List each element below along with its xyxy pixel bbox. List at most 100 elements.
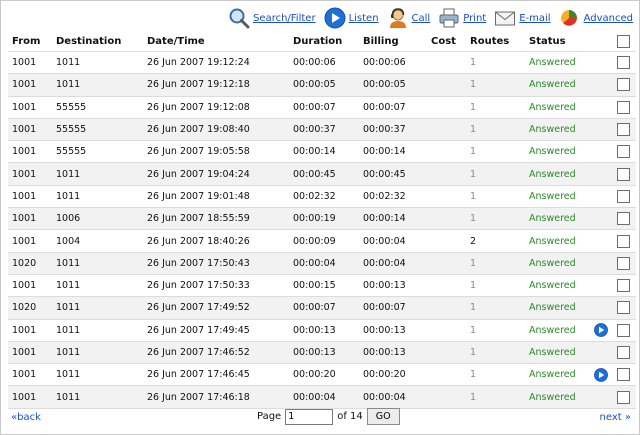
cell-destination: 1006 [52, 207, 143, 230]
row-checkbox[interactable] [617, 100, 630, 114]
cell-from: 1001 [8, 273, 52, 297]
table-row[interactable]: 1001 1011 26 Jun 2007 17:50:33 00:00:15 00:0… [8, 273, 636, 297]
row-checkbox[interactable] [617, 279, 630, 293]
cell-destination: 55555 [52, 140, 143, 163]
cell-listen [591, 296, 611, 320]
cell-datetime: 26 Jun 2007 17:46:52 [143, 340, 289, 364]
print-label: Print [463, 12, 487, 24]
table-row[interactable]: 1001 1011 26 Jun 2007 17:46:45 00:00:20 00:0… [8, 363, 636, 386]
cell-select [611, 273, 636, 297]
cell-routes: 1 [466, 207, 525, 230]
row-checkbox[interactable] [617, 167, 630, 181]
envelope-icon [495, 11, 516, 26]
table-row[interactable]: 1001 1004 26 Jun 2007 18:40:26 00:00:09 00:0… [8, 229, 636, 253]
cell-billing: 00:00:14 [359, 140, 427, 163]
table-row[interactable]: 1020 1011 26 Jun 2007 17:50:43 00:00:04 00:0… [8, 251, 636, 275]
row-checkbox[interactable] [617, 145, 630, 159]
cell-from: 1001 [8, 340, 52, 364]
table-row[interactable]: 1001 55555 26 Jun 2007 19:12:08 00:00:07 00:… [8, 95, 636, 119]
cell-from: 1001 [8, 117, 52, 141]
cell-routes: 1 [466, 184, 525, 208]
cell-listen [591, 318, 611, 342]
call-log-panel: Search/Filter Listen Call Print E-mail A… [0, 0, 640, 435]
col-header-from[interactable]: From [8, 31, 52, 52]
go-button[interactable]: GO [366, 408, 400, 425]
cell-from: 1001 [8, 363, 52, 386]
advanced-button[interactable]: Advanced [559, 7, 633, 29]
table-row[interactable]: 1001 1011 26 Jun 2007 17:46:52 00:00:13 00:0… [8, 340, 636, 364]
cell-duration: 00:00:04 [289, 251, 359, 275]
cell-select [611, 50, 636, 74]
cell-from: 1001 [8, 229, 52, 253]
col-header-cost[interactable]: Cost [427, 31, 466, 52]
cell-listen [591, 340, 611, 364]
col-header-status[interactable]: Status [525, 31, 591, 52]
table-row[interactable]: 1001 1011 26 Jun 2007 17:46:18 00:00:04 00:0… [8, 385, 636, 409]
row-checkbox[interactable] [617, 234, 630, 248]
cell-duration: 00:00:06 [289, 50, 359, 74]
cell-listen [591, 184, 611, 208]
table-row[interactable]: 1001 1006 26 Jun 2007 18:55:59 00:00:19 00:0… [8, 207, 636, 230]
cell-datetime: 26 Jun 2007 17:46:45 [143, 363, 289, 386]
row-checkbox[interactable] [617, 390, 630, 404]
table-row[interactable]: 1001 1011 26 Jun 2007 17:49:45 00:00:13 00:0… [8, 318, 636, 342]
table-row[interactable]: 1001 1011 26 Jun 2007 19:12:18 00:00:05 00:0… [8, 73, 636, 97]
col-header-routes[interactable]: Routes [466, 31, 525, 52]
play-icon[interactable] [594, 323, 608, 338]
table-row[interactable]: 1001 55555 26 Jun 2007 19:08:40 00:00:37 00:… [8, 117, 636, 141]
cell-cost [427, 162, 466, 186]
cell-listen [591, 385, 611, 409]
table-row[interactable]: 1001 1011 26 Jun 2007 19:04:24 00:00:45 00:0… [8, 162, 636, 186]
row-checkbox[interactable] [617, 323, 630, 337]
row-checkbox[interactable] [617, 368, 630, 382]
print-button[interactable]: Print [438, 7, 486, 29]
row-checkbox[interactable] [617, 189, 630, 203]
cell-routes: 1 [466, 162, 525, 186]
cell-cost [427, 73, 466, 97]
select-all-checkbox[interactable] [617, 34, 630, 48]
cell-destination: 1011 [52, 340, 143, 364]
row-checkbox[interactable] [617, 78, 630, 92]
cell-billing: 00:00:20 [359, 363, 427, 386]
cell-datetime: 26 Jun 2007 19:04:24 [143, 162, 289, 186]
col-header-datetime[interactable]: Date/Time [143, 31, 289, 52]
chart-icon [560, 10, 577, 26]
cell-billing: 00:00:14 [359, 207, 427, 230]
page-number-input[interactable] [285, 408, 334, 425]
cell-from: 1001 [8, 318, 52, 342]
cell-duration: 00:00:05 [289, 73, 359, 97]
row-checkbox[interactable] [617, 123, 630, 137]
cell-select [611, 207, 636, 230]
col-header-duration[interactable]: Duration [289, 31, 359, 52]
table-row[interactable]: 1001 1011 26 Jun 2007 19:12:24 00:00:06 00:0… [8, 50, 636, 74]
listen-button[interactable]: Listen [324, 7, 379, 29]
row-checkbox[interactable] [617, 256, 630, 270]
cell-cost [427, 117, 466, 141]
next-link[interactable]: next » [600, 412, 631, 423]
cell-duration: 00:00:45 [289, 162, 359, 186]
col-header-billing[interactable]: Billing [359, 31, 427, 52]
row-checkbox[interactable] [617, 212, 630, 226]
search-filter-button[interactable]: Search/Filter [228, 7, 316, 29]
table-row[interactable]: 1020 1011 26 Jun 2007 17:49:52 00:00:07 00:0… [8, 296, 636, 320]
cell-datetime: 26 Jun 2007 19:01:48 [143, 184, 289, 208]
call-button[interactable]: Call [387, 7, 430, 29]
cell-status: Answered [525, 340, 591, 364]
row-checkbox[interactable] [617, 301, 630, 315]
email-button[interactable]: E-mail [494, 7, 551, 29]
back-link[interactable]: «back [11, 412, 41, 423]
table-row[interactable]: 1001 55555 26 Jun 2007 19:05:58 00:00:14 00:… [8, 140, 636, 163]
select-all-cell [611, 31, 636, 52]
cell-status: Answered [525, 251, 591, 275]
cell-select [611, 363, 636, 386]
cell-listen [591, 140, 611, 163]
cell-destination: 1011 [52, 184, 143, 208]
cell-cost [427, 251, 466, 275]
cell-cost [427, 184, 466, 208]
row-checkbox[interactable] [617, 56, 630, 70]
table-row[interactable]: 1001 1011 26 Jun 2007 19:01:48 00:02:32 00:0… [8, 184, 636, 208]
col-header-destination[interactable]: Destination [52, 31, 143, 52]
cell-routes: 1 [466, 140, 525, 163]
play-icon[interactable] [594, 367, 608, 382]
row-checkbox[interactable] [617, 346, 630, 359]
